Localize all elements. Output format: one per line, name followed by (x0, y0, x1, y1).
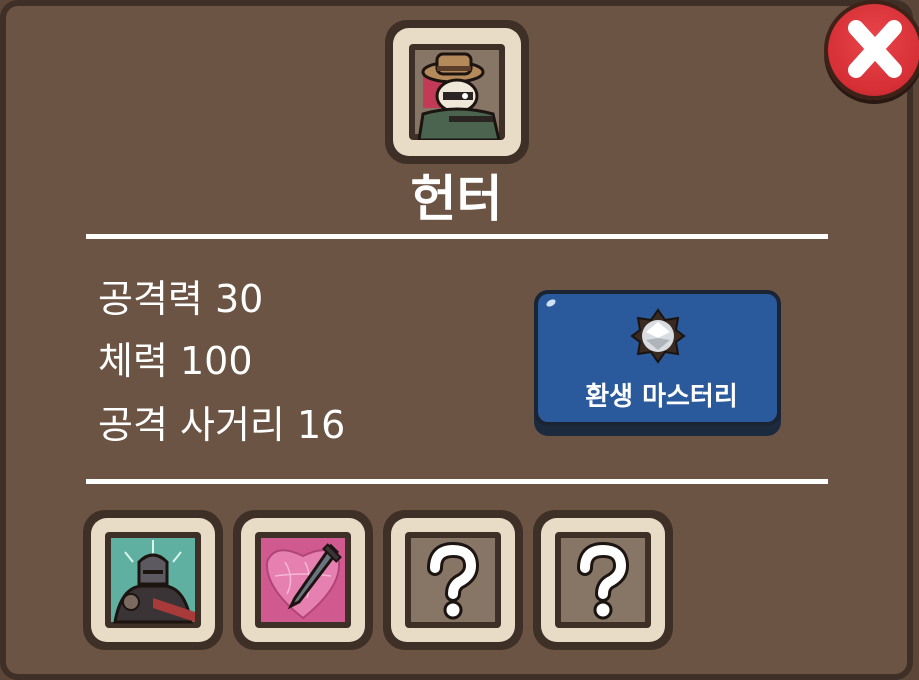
skill-slot-1[interactable] (83, 510, 223, 650)
close-button[interactable] (824, 0, 919, 100)
question-mark-icon (427, 541, 480, 620)
hunter-portrait-icon (417, 52, 501, 140)
stat-attack: 공격력 30 (98, 277, 264, 321)
divider-top (86, 234, 828, 239)
skill-slot-4[interactable] (533, 510, 673, 650)
divider-bottom (86, 479, 828, 484)
pink-sword-skill-icon (265, 543, 342, 620)
skill-slot-2[interactable] (233, 510, 373, 650)
stat-attack-range: 공격 사거리 16 (98, 403, 346, 447)
skill-slot-3[interactable] (383, 510, 523, 650)
silver-gem-icon (630, 308, 686, 364)
warrior-skill-icon (113, 540, 195, 624)
rebirth-mastery-button[interactable]: 환생 마스터리 (534, 290, 781, 436)
close-icon (848, 20, 902, 78)
rebirth-mastery-label: 환생 마스터리 (585, 382, 738, 412)
hero-name: 헌터 (410, 170, 503, 228)
question-mark-icon (577, 541, 630, 620)
hero-portrait (385, 20, 529, 164)
stat-health: 체력 100 (98, 339, 253, 383)
